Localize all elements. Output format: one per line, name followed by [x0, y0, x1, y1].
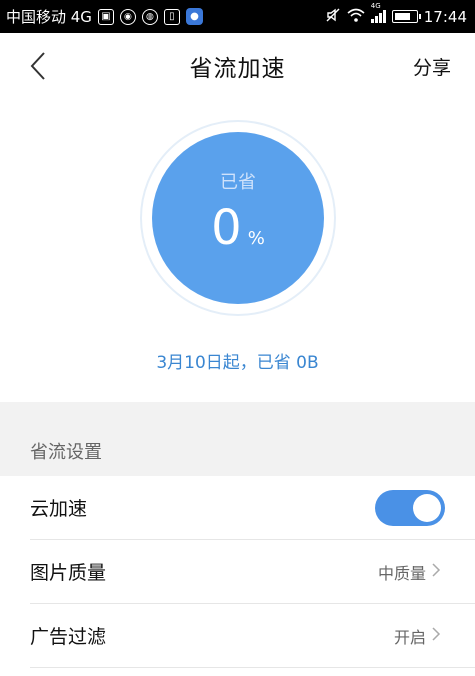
setting-label: 广告过滤	[30, 626, 107, 648]
setting-value: 中质量	[377, 563, 426, 583]
image-notification-icon: ▣	[97, 8, 114, 25]
clock: 17:44	[423, 7, 467, 26]
battery-icon	[391, 10, 421, 23]
chevron-right-icon	[432, 626, 441, 645]
image-quality-value: 中质量	[378, 560, 441, 584]
cell-signal-icon: 4G	[370, 2, 386, 23]
network-type-label: 4G	[370, 2, 381, 10]
status-bar: 中国移动 4G ▣ ◉ ◍ ▯ ● 4G 17:44	[0, 0, 475, 33]
mute-icon	[325, 7, 341, 27]
chevron-right-icon	[432, 562, 441, 581]
navigation-bar: 省流加速 分享	[0, 33, 475, 99]
gauge-percent-unit: %	[247, 228, 265, 249]
gauge-percent-value: 0	[211, 200, 242, 256]
savings-gauge: 已省 0%	[140, 120, 336, 316]
screen: 中国移动 4G ▣ ◉ ◍ ▯ ● 4G 17:44 省流加速 分享 已省 0 …	[0, 0, 475, 676]
setting-value: 开启	[393, 627, 426, 647]
gauge-label: 已省	[220, 172, 256, 193]
setting-row-image-quality[interactable]: 图片质量 中质量	[30, 540, 475, 604]
wifi-icon	[347, 8, 365, 26]
status-bar-left: 中国移动 4G ▣ ◉ ◍ ▯ ●	[6, 6, 203, 27]
setting-row-cloud-acceleration: 云加速	[30, 476, 475, 540]
status-bar-right: 4G 17:44	[325, 2, 467, 27]
app-badge-icon: ●	[185, 8, 203, 25]
back-button[interactable]	[20, 47, 56, 85]
chevron-left-icon	[30, 52, 45, 80]
setting-row-ad-filter[interactable]: 广告过滤 开启	[30, 604, 475, 668]
section-title: 省流设置	[30, 442, 102, 463]
setting-label: 图片质量	[30, 562, 107, 584]
page-title: 省流加速	[189, 56, 286, 82]
toggle-knob	[413, 494, 441, 522]
ad-filter-value: 开启	[394, 624, 441, 648]
carrier-label: 中国移动 4G	[6, 8, 92, 26]
gauge-value: 0%	[152, 200, 324, 267]
share-button[interactable]: 分享	[413, 53, 451, 80]
saved-since-text: 3月10日起，已省 0B	[156, 353, 319, 373]
app-notification-icon: ◍	[141, 8, 158, 25]
settings-list: 云加速 图片质量 中质量 广告过滤 开启	[0, 476, 475, 668]
nfc-notification-icon: ◉	[119, 8, 136, 25]
setting-label: 云加速	[30, 498, 88, 520]
gauge-circle: 已省 0%	[152, 132, 324, 304]
sim-notification-icon: ▯	[163, 8, 180, 25]
cloud-acceleration-toggle[interactable]	[375, 490, 445, 526]
